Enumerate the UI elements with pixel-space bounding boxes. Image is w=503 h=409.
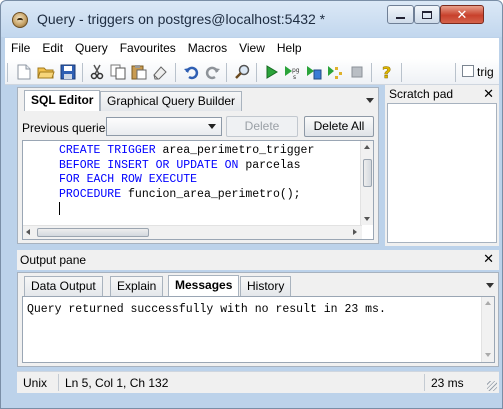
tab-list-dropdown-icon[interactable]: [366, 98, 374, 103]
sql-identifier: parcelas: [238, 158, 301, 172]
query-result-message: Query returned successfully with no resu…: [27, 303, 386, 316]
svg-text:?: ?: [382, 63, 391, 81]
scratch-pad-close-icon[interactable]: ✕: [483, 86, 494, 102]
previous-queries-select[interactable]: [106, 117, 222, 136]
tab-history[interactable]: History: [240, 276, 292, 296]
output-tabs: Data Output Explain Messages History: [18, 273, 498, 296]
menu-help[interactable]: Help: [271, 38, 308, 59]
tab-data-output[interactable]: Data Output: [24, 276, 103, 296]
code-line: CREATE TRIGGER area_perimetro_trigger: [59, 144, 359, 159]
explain-icon[interactable]: [326, 63, 344, 81]
scroll-thumb[interactable]: [363, 159, 372, 187]
tab-explain[interactable]: Explain: [110, 276, 164, 296]
scroll-left-icon[interactable]: [26, 229, 30, 235]
scroll-up-icon[interactable]: [364, 145, 370, 149]
svg-text:pg: pg: [292, 67, 300, 74]
scroll-up-icon[interactable]: [485, 301, 491, 305]
sql-editor[interactable]: CREATE TRIGGER area_perimetro_trigger BEF…: [22, 140, 374, 240]
find-icon[interactable]: [233, 63, 251, 81]
undo-icon[interactable]: [182, 63, 200, 81]
sql-code[interactable]: CREATE TRIGGER area_perimetro_trigger BEF…: [59, 144, 359, 219]
close-icon: ✕: [456, 7, 468, 22]
minimize-icon: [396, 16, 405, 19]
execute-to-file-icon[interactable]: [305, 63, 323, 81]
toolbar-grip: [7, 63, 8, 82]
svg-text:s: s: [293, 74, 296, 80]
trigger-checkbox-label: trig: [477, 65, 494, 79]
sql-identifier: area_perimetro_trigger: [155, 144, 315, 157]
menu-query[interactable]: Query: [69, 38, 114, 59]
scroll-right-icon[interactable]: [353, 229, 357, 235]
scroll-down-icon[interactable]: [485, 353, 491, 357]
menu-macros[interactable]: Macros: [182, 38, 233, 59]
previous-queries-label: Previous queries: [22, 121, 112, 135]
code-line: BEFORE INSERT OR UPDATE ON parcelas: [59, 159, 359, 174]
menu-edit[interactable]: Edit: [36, 38, 69, 59]
status-line-endings: Unix: [23, 376, 48, 390]
cut-icon[interactable]: [88, 63, 106, 81]
output-pane-title: Output pane: [20, 253, 87, 267]
close-button[interactable]: ✕: [440, 5, 484, 24]
output-pane-close-icon[interactable]: ✕: [483, 251, 494, 267]
sql-keyword: FOR EACH ROW EXECUTE: [59, 173, 198, 186]
menu-bar: File Edit Query Favourites Macros View H…: [5, 38, 499, 59]
scratch-pad-textarea[interactable]: [387, 103, 497, 243]
code-line: FOR EACH ROW EXECUTE: [59, 173, 359, 188]
minimize-button[interactable]: [387, 5, 414, 24]
maximize-icon: [422, 10, 432, 19]
cancel-icon[interactable]: [348, 63, 366, 81]
editor-horizontal-scrollbar[interactable]: [23, 225, 362, 239]
menu-view[interactable]: View: [233, 38, 271, 59]
chevron-down-icon: [208, 124, 216, 129]
application-window: Query - triggers on postgres@localhost:5…: [0, 0, 503, 409]
resize-grip[interactable]: [487, 381, 497, 391]
help-icon[interactable]: ?: [378, 63, 396, 81]
delete-button[interactable]: Delete: [226, 116, 298, 137]
menu-file[interactable]: File: [5, 38, 36, 59]
toolbar: pg s ? trig: [5, 59, 499, 85]
scratch-pad: Scratch pad ✕: [385, 85, 499, 246]
title-bar[interactable]: Query - triggers on postgres@localhost:5…: [1, 1, 502, 37]
sql-pane: SQL Editor Graphical Query Builder Previ…: [17, 87, 379, 244]
tab-sql-editor[interactable]: SQL Editor: [24, 90, 101, 111]
status-cursor-position: Ln 5, Col 1, Ch 132: [65, 376, 169, 390]
messages-panel[interactable]: Query returned successfully with no resu…: [22, 296, 495, 363]
copy-icon[interactable]: [109, 63, 127, 81]
execute-icon[interactable]: [263, 63, 281, 81]
sql-identifier: funcion_area_perimetro();: [121, 187, 301, 201]
tab-messages[interactable]: Messages: [168, 275, 240, 296]
tab-list-dropdown-icon[interactable]: [486, 283, 494, 288]
sql-keyword: CREATE TRIGGER: [59, 144, 156, 157]
scroll-thumb[interactable]: [37, 228, 149, 237]
code-line: [59, 202, 359, 219]
window-title: Query - triggers on postgres@localhost:5…: [37, 11, 326, 27]
text-caret: [59, 202, 60, 215]
sql-tabs: SQL Editor Graphical Query Builder: [18, 88, 378, 111]
sql-keyword: PROCEDURE: [59, 187, 122, 201]
delete-all-button[interactable]: Delete All: [304, 116, 374, 137]
status-query-duration: 23 ms: [431, 376, 464, 390]
save-icon[interactable]: [59, 63, 77, 81]
editor-vertical-scrollbar[interactable]: [360, 141, 373, 225]
redo-icon[interactable]: [204, 63, 222, 81]
status-bar: Unix Ln 5, Col 1, Ch 132 23 ms: [17, 371, 499, 393]
output-pane-header: Output pane ✕: [17, 250, 499, 270]
open-folder-icon[interactable]: [37, 63, 55, 81]
scratch-pad-title: Scratch pad: [389, 87, 454, 101]
code-line: PROCEDURE funcion_area_perimetro();: [59, 188, 359, 203]
sql-keyword: BEFORE INSERT OR UPDATE ON: [59, 158, 239, 172]
scroll-down-icon[interactable]: [364, 217, 370, 221]
menu-favourites[interactable]: Favourites: [114, 38, 182, 59]
tab-graphical-query-builder[interactable]: Graphical Query Builder: [100, 91, 243, 111]
clear-icon[interactable]: [151, 63, 169, 81]
editor-margin: [23, 141, 55, 225]
output-pane: Data Output Explain Messages History Que…: [17, 272, 499, 367]
pgadmin-elephant-icon: [12, 12, 28, 28]
trigger-checkbox[interactable]: [462, 65, 474, 77]
paste-icon[interactable]: [130, 63, 148, 81]
execute-pgscript-icon[interactable]: pg s: [284, 63, 302, 81]
new-file-icon[interactable]: [15, 63, 33, 81]
messages-vertical-scrollbar[interactable]: [481, 297, 494, 362]
maximize-button[interactable]: [414, 5, 440, 24]
